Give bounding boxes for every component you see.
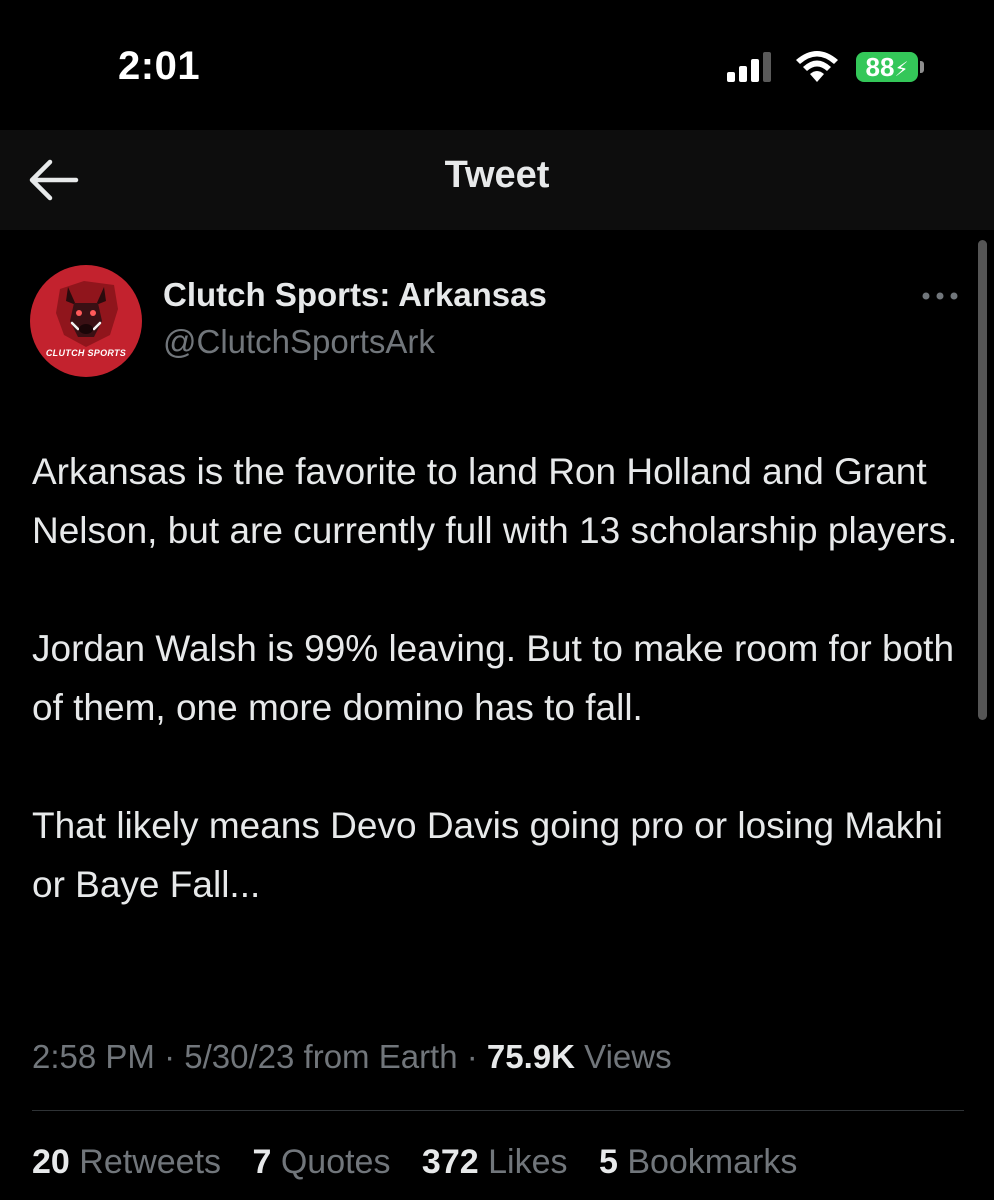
retweets-stat[interactable]: 20 Retweets <box>32 1143 221 1181</box>
tweet-paragraph: Arkansas is the favorite to land Ron Hol… <box>32 451 958 551</box>
tweet-body: Arkansas is the favorite to land Ron Hol… <box>32 442 972 973</box>
tweet-paragraph: That likely means Devo Davis going pro o… <box>32 805 944 905</box>
views-label: Views <box>584 1038 672 1075</box>
author-handle[interactable]: @ClutchSportsArk <box>163 323 435 361</box>
avatar-caption: CLUTCH SPORTS <box>45 348 127 358</box>
divider <box>32 1110 964 1111</box>
tweet-date: 5/30/23 <box>184 1038 295 1075</box>
battery-indicator: 88⚡ <box>856 52 918 82</box>
quotes-stat[interactable]: 7 Quotes <box>252 1143 390 1181</box>
razorback-hog-icon <box>56 281 118 347</box>
cellular-signal-icon <box>727 52 771 82</box>
tweet-time: 2:58 PM <box>32 1038 155 1075</box>
stat-count: 7 <box>252 1143 272 1181</box>
wifi-icon <box>796 51 838 82</box>
views-count: 75.9K <box>486 1038 575 1075</box>
stat-label: Retweets <box>79 1143 222 1181</box>
status-time: 2:01 <box>118 44 201 88</box>
stat-label: Quotes <box>280 1143 391 1181</box>
stat-count: 20 <box>32 1143 70 1181</box>
avatar[interactable]: CLUTCH SPORTS <box>30 265 142 377</box>
bookmarks-stat[interactable]: 5 Bookmarks <box>599 1143 797 1181</box>
author-display-name[interactable]: Clutch Sports: Arkansas <box>163 276 547 314</box>
stat-label: Likes <box>488 1143 568 1181</box>
back-arrow-icon[interactable] <box>26 155 80 205</box>
engagement-stats: 20 Retweets 7 Quotes 372 Likes 5 Bookmar… <box>32 1143 819 1182</box>
tweet-source: from Earth <box>303 1038 458 1075</box>
nav-bar: Tweet <box>0 130 994 230</box>
scrollbar[interactable] <box>978 240 987 720</box>
charging-bolt-icon: ⚡ <box>894 59 909 81</box>
stat-count: 372 <box>421 1143 479 1181</box>
more-options-icon[interactable] <box>918 284 962 308</box>
meta-separator: · <box>164 1038 176 1075</box>
likes-stat[interactable]: 372 Likes <box>422 1143 568 1181</box>
tweet-paragraph: Jordan Walsh is 99% leaving. But to make… <box>32 628 955 728</box>
battery-cap <box>920 61 924 73</box>
stat-count: 5 <box>598 1143 618 1181</box>
battery-level: 88 <box>865 52 895 82</box>
page-title: Tweet <box>444 154 550 196</box>
status-bar: 2:01 88⚡ <box>0 0 994 130</box>
meta-separator: · <box>466 1038 478 1075</box>
tweet-meta: 2:58 PM · 5/30/23 from Earth · 75.9K Vie… <box>32 1038 672 1076</box>
stat-label: Bookmarks <box>627 1143 798 1181</box>
